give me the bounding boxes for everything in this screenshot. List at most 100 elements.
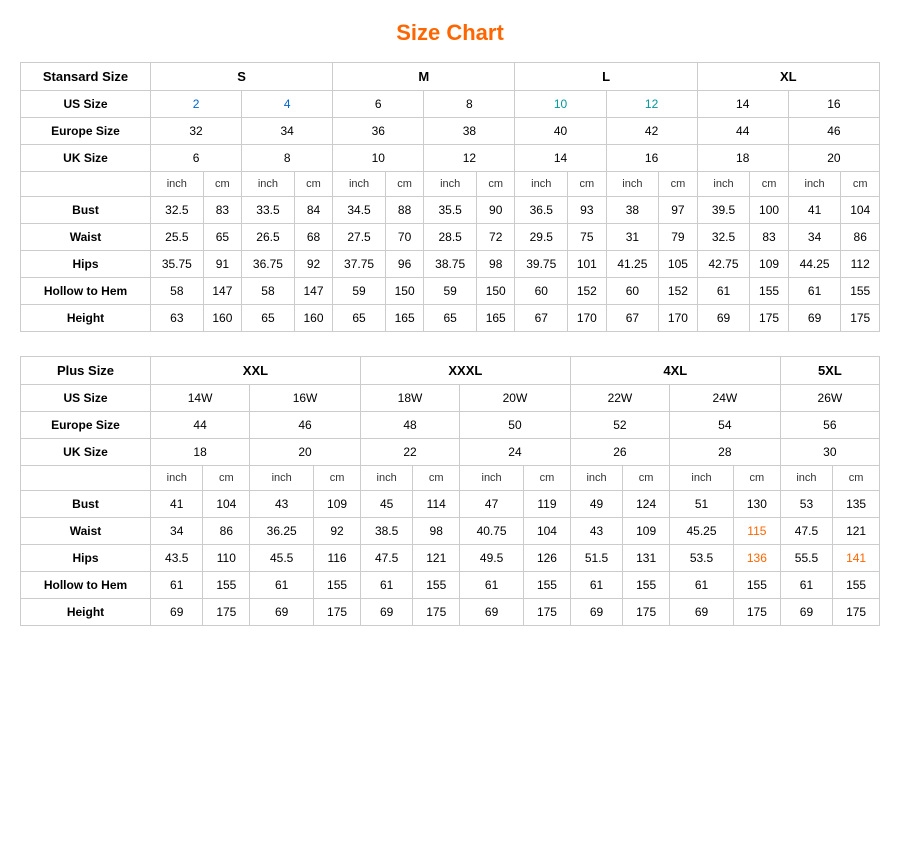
plus-table-cell: 155 xyxy=(623,572,670,599)
uk-6: 6 xyxy=(151,145,242,172)
unit-inch-2: inch xyxy=(242,172,295,197)
table-cell: 109 xyxy=(750,251,788,278)
plus-table-cell: 61 xyxy=(670,572,734,599)
plus-row-label-bust: Bust xyxy=(21,491,151,518)
row-label-height: Height xyxy=(21,305,151,332)
plus-group-xxxl: XXXL xyxy=(360,357,570,385)
table-cell: 165 xyxy=(477,305,515,332)
table-cell: 86 xyxy=(841,224,880,251)
plus-group-xxl: XXL xyxy=(151,357,361,385)
plus-table-cell: 34 xyxy=(151,518,203,545)
uk-12: 12 xyxy=(424,145,515,172)
table-cell: 63 xyxy=(151,305,204,332)
plus-table-cell: 61 xyxy=(360,572,412,599)
plus-table-cell: 115 xyxy=(734,518,781,545)
us-size-6: 6 xyxy=(333,91,424,118)
table-cell: 170 xyxy=(659,305,697,332)
table-cell: 36.5 xyxy=(515,197,568,224)
table-cell: 42.75 xyxy=(697,251,750,278)
plus-table-cell: 45.5 xyxy=(250,545,314,572)
plus-table-cell: 155 xyxy=(833,572,880,599)
row-label-bust: Bust xyxy=(21,197,151,224)
plus-table-cell: 135 xyxy=(833,491,880,518)
standard-group-m: M xyxy=(333,63,515,91)
plus-eu-56: 56 xyxy=(780,412,879,439)
table-cell: 44.25 xyxy=(788,251,841,278)
plus-uk-30: 30 xyxy=(780,439,879,466)
unit-cm-6: cm xyxy=(659,172,697,197)
table-cell: 175 xyxy=(841,305,880,332)
table-cell: 27.5 xyxy=(333,224,386,251)
plus-table-cell: 175 xyxy=(314,599,361,626)
table-cell: 65 xyxy=(424,305,477,332)
plus-unit-cm-4: cm xyxy=(524,466,571,491)
table-cell: 67 xyxy=(515,305,568,332)
eu-34: 34 xyxy=(242,118,333,145)
plus-table-cell: 109 xyxy=(314,491,361,518)
unit-inch-7: inch xyxy=(697,172,750,197)
eu-46: 46 xyxy=(788,118,879,145)
plus-table-cell: 92 xyxy=(314,518,361,545)
plus-table-cell: 175 xyxy=(524,599,571,626)
unit-inch-3: inch xyxy=(333,172,386,197)
unit-inch-4: inch xyxy=(424,172,477,197)
table-cell: 32.5 xyxy=(151,197,204,224)
uk-size-label: UK Size xyxy=(21,145,151,172)
table-cell: 93 xyxy=(568,197,606,224)
table-cell: 37.75 xyxy=(333,251,386,278)
table-cell: 38.75 xyxy=(424,251,477,278)
plus-us-26w: 26W xyxy=(780,385,879,412)
plus-table-cell: 61 xyxy=(151,572,203,599)
plus-unit-cm-5: cm xyxy=(623,466,670,491)
plus-table-cell: 43 xyxy=(570,518,622,545)
plus-unit-inch-7: inch xyxy=(780,466,832,491)
plus-table-cell: 131 xyxy=(623,545,670,572)
plus-table-cell: 38.5 xyxy=(360,518,412,545)
eu-38: 38 xyxy=(424,118,515,145)
table-cell: 152 xyxy=(659,278,697,305)
plus-table-cell: 51.5 xyxy=(570,545,622,572)
uk-10: 10 xyxy=(333,145,424,172)
page-title: Size Chart xyxy=(20,20,880,46)
table-cell: 35.5 xyxy=(424,197,477,224)
table-cell: 170 xyxy=(568,305,606,332)
plus-uk-24: 24 xyxy=(460,439,571,466)
unit-inch-6: inch xyxy=(606,172,659,197)
row-label-hollow-to-hem: Hollow to Hem xyxy=(21,278,151,305)
plus-eu-54: 54 xyxy=(670,412,781,439)
uk-18: 18 xyxy=(697,145,788,172)
table-cell: 70 xyxy=(385,224,423,251)
plus-table-cell: 155 xyxy=(734,572,781,599)
plus-table-cell: 69 xyxy=(250,599,314,626)
unit-cm-4: cm xyxy=(477,172,515,197)
plus-table-cell: 69 xyxy=(460,599,524,626)
plus-table-cell: 155 xyxy=(413,572,460,599)
plus-table-cell: 136 xyxy=(734,545,781,572)
table-cell: 112 xyxy=(841,251,880,278)
table-cell: 59 xyxy=(333,278,386,305)
plus-table-cell: 36.25 xyxy=(250,518,314,545)
plus-table-cell: 45.25 xyxy=(670,518,734,545)
plus-group-4xl: 4XL xyxy=(570,357,780,385)
plus-table-cell: 121 xyxy=(833,518,880,545)
table-cell: 59 xyxy=(424,278,477,305)
plus-table-cell: 175 xyxy=(734,599,781,626)
unit-cm-8: cm xyxy=(841,172,880,197)
plus-unit-cm-3: cm xyxy=(413,466,460,491)
table-cell: 67 xyxy=(606,305,659,332)
table-cell: 155 xyxy=(750,278,788,305)
unit-cm-7: cm xyxy=(750,172,788,197)
plus-table-cell: 126 xyxy=(524,545,571,572)
plus-table-cell: 61 xyxy=(460,572,524,599)
table-cell: 160 xyxy=(203,305,241,332)
plus-uk-26: 26 xyxy=(570,439,669,466)
table-cell: 105 xyxy=(659,251,697,278)
table-cell: 90 xyxy=(477,197,515,224)
plus-table-cell: 61 xyxy=(780,572,832,599)
plus-table-cell: 69 xyxy=(570,599,622,626)
unit-cm-5: cm xyxy=(568,172,606,197)
table-cell: 147 xyxy=(294,278,332,305)
table-cell: 160 xyxy=(294,305,332,332)
plus-eu-50: 50 xyxy=(460,412,571,439)
plus-table-cell: 130 xyxy=(734,491,781,518)
